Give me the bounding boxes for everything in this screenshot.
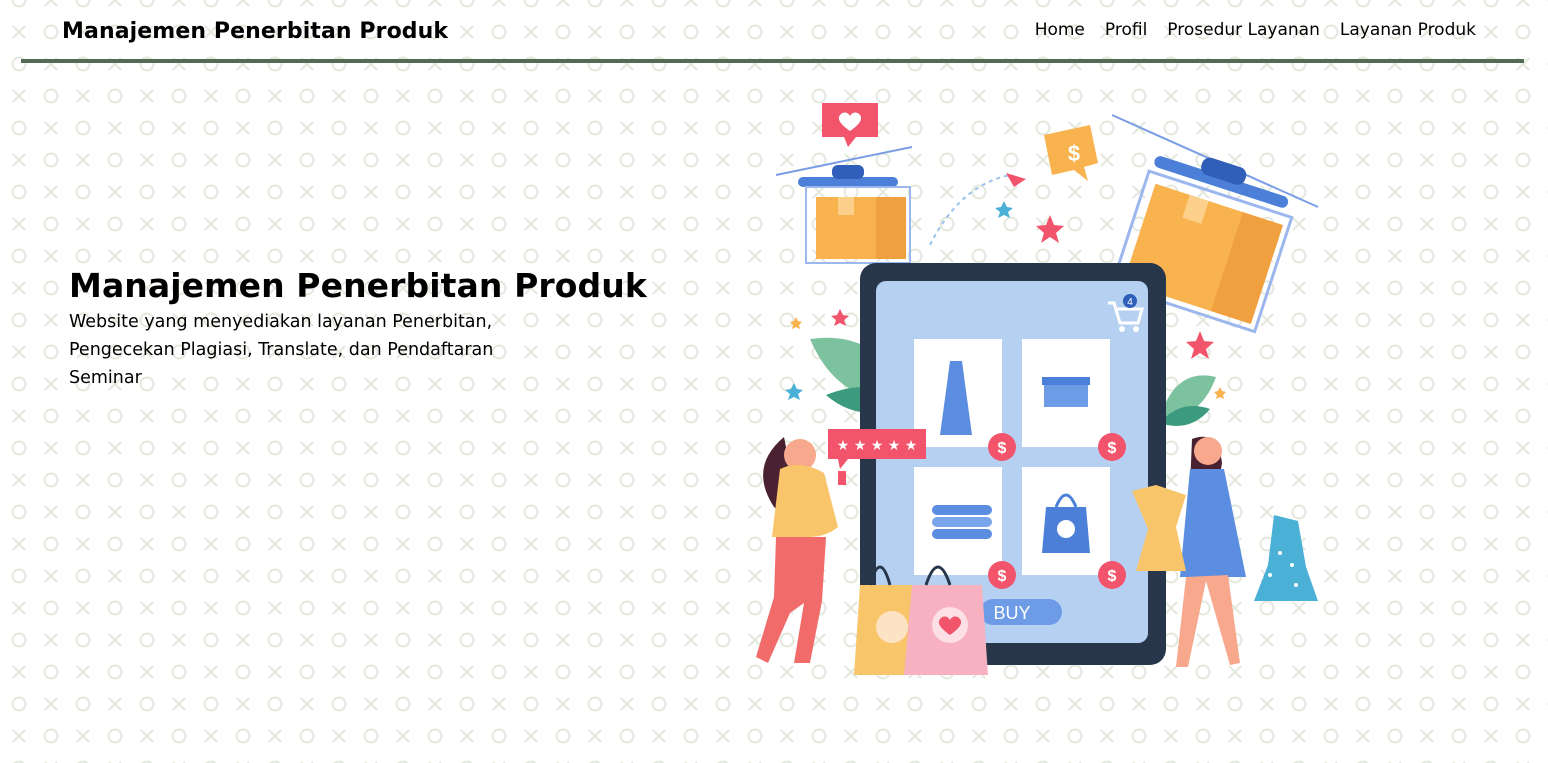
star-icon [785,383,803,400]
svg-text:$: $ [1068,141,1080,166]
cart-count-badge: 4 [1127,297,1133,308]
hero-description: Website yang menyediakan layanan Penerbi… [69,312,494,388]
woman-shopper-left [756,437,846,663]
nav-link-layanan-produk[interactable]: Layanan Produk [1340,20,1476,40]
svg-text:$: $ [998,568,1007,585]
brand-title[interactable]: Manajemen Penerbitan Produk [62,19,448,44]
star-icon [1214,387,1226,399]
navbar-divider [21,59,1524,63]
star-icon [831,309,849,326]
svg-text:$: $ [1108,568,1117,585]
navbar: Manajemen Penerbitan Produk Home Profil … [0,0,1548,64]
star-icon [790,317,802,329]
star-icon [995,201,1013,218]
towels-icon [932,505,992,515]
nav-link-prosedur-layanan[interactable]: Prosedur Layanan [1167,20,1320,40]
rating-stars: ★ ★ ★ ★ ★ [837,438,918,454]
nav-link-home[interactable]: Home [1035,20,1085,40]
online-shopping-illustration: $ 4 $ $ $ $ BUY ★ ★ ★ ★ ★ [756,103,1319,675]
svg-text:$: $ [998,440,1007,457]
box-icon [1042,377,1090,385]
nav-links: Home Profil Prosedur Layanan Layanan Pro… [1035,20,1476,40]
nav-link-profil[interactable]: Profil [1105,20,1147,40]
dollar-bubble-icon: $ [1044,125,1098,181]
buy-button-label: BUY [993,603,1030,623]
paper-plane-icon [1006,173,1026,187]
drone-left-icon [775,146,913,264]
svg-text:$: $ [1108,440,1117,457]
star-icon [1186,331,1214,359]
hero-title: Manajemen Penerbitan Produk [69,266,647,305]
heart-bubble-icon [822,103,878,147]
star-icon [1036,215,1064,243]
